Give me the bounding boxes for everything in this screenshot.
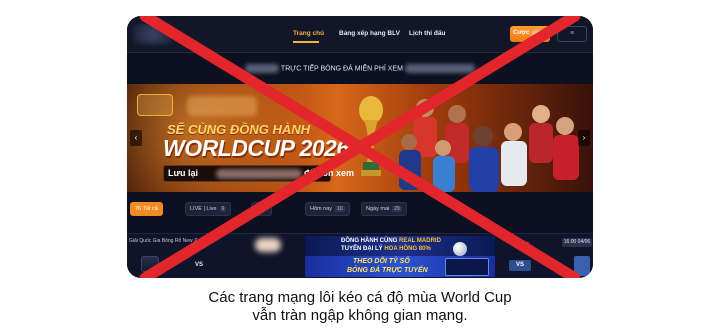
bet-button[interactable]: Cược — [510, 26, 550, 42]
filter-all[interactable]: 76 Tất cả — [130, 202, 163, 216]
match-vs-label: VS — [195, 262, 204, 268]
filter-label: Trận — [256, 206, 268, 212]
players-illustration — [399, 99, 579, 192]
top-navigation: Trang chủ Bảng xếp hạng BLV Lịch thi đấu… — [127, 16, 593, 53]
nav-home[interactable]: Trang chủ — [293, 30, 324, 37]
ad-line-1: ĐỒNG HÀNH CÙNG REAL MADRID — [341, 238, 441, 244]
trophy-icon — [359, 96, 383, 176]
football-icon — [453, 242, 467, 256]
blurred-logo — [187, 96, 257, 116]
filter-count: 10 — [335, 206, 345, 212]
banner-save-suffix: để đón xem — [304, 168, 355, 178]
headline-text: TRỰC TIẾP BÓNG ĐÁ MIỄN PHÍ XEM — [280, 65, 403, 73]
figure-caption: Các trang mạng lôi kéo cá độ mùa World C… — [0, 289, 720, 325]
gold-frame — [137, 94, 173, 116]
filter-label: Tất cả — [142, 206, 158, 212]
menu-icon: ≡ — [569, 30, 575, 37]
filter-matches[interactable]: Trận — [251, 202, 273, 216]
blurred-text — [216, 169, 302, 179]
bet-button-label: Cược — [513, 30, 530, 36]
match-filter-bar: 76 Tất cả LIVE | Live 6 Trận Hôm nay 10 Ng… — [127, 202, 593, 218]
caption-line-2: vẫn tràn ngập không gian mạng. — [252, 307, 468, 324]
website-screenshot: Trang chủ Bảng xếp hạng BLV Lịch thi đấu… — [127, 16, 593, 278]
article-figure: Trang chủ Bảng xếp hạng BLV Lịch thi đấu… — [0, 0, 720, 335]
team-logo — [517, 242, 529, 250]
advertisement-banner[interactable]: ĐỒNG HÀNH CÙNG REAL MADRID TUYỂN ĐẠI LÝ … — [305, 236, 495, 277]
ad-line-2: TUYỂN ĐẠI LÝ HOA HỒNG 80% — [341, 246, 431, 252]
team-logo — [574, 256, 590, 276]
hero-banner[interactable]: SẼ CÙNG ĐỒNG HÀNH WORLDCUP 2026 Lưu lại … — [127, 84, 593, 192]
ad-line-3: THEO DÕI TỶ SỐ — [353, 258, 410, 265]
carousel-dots[interactable] — [355, 186, 395, 190]
page-headline: TRỰC TIẾP BÓNG ĐÁ MIỄN PHÍ XEM — [127, 64, 593, 73]
filter-label: LIVE | Live — [190, 206, 217, 212]
match-vs-badge: VS — [509, 260, 531, 271]
blurred-text — [404, 64, 475, 73]
carousel-next-button[interactable]: › — [578, 130, 590, 146]
league-name: Giải Quốc Gia Bóng Rổ New Zealand — [129, 238, 213, 244]
blurred-logo — [133, 24, 173, 44]
blurred-team-logo — [255, 238, 281, 252]
banner-title: WORLDCUP 2026 — [163, 135, 349, 161]
nav-commentator-ranking[interactable]: Bảng xếp hạng BLV — [339, 30, 400, 37]
tv-icon — [445, 258, 489, 276]
team-logo — [141, 256, 159, 272]
match-time: 16:00 04/06 — [562, 238, 592, 247]
nav-active-underline — [293, 41, 319, 43]
banner-save-box: Lưu lại để đón xem — [163, 165, 354, 182]
filter-count: 6 — [219, 206, 227, 212]
filter-tomorrow[interactable]: Ngày mai 29 — [361, 202, 407, 216]
filter-label: Ngày mai — [366, 206, 390, 212]
blurred-text — [531, 30, 547, 38]
filter-live[interactable]: LIVE | Live 6 — [185, 202, 232, 216]
carousel-prev-button[interactable]: ‹ — [130, 130, 142, 146]
nav-schedule[interactable]: Lịch thi đấu — [409, 30, 445, 37]
blurred-text — [245, 64, 280, 73]
ad-line-4: BÓNG ĐÁ TRỰC TUYẾN — [347, 267, 428, 274]
banner-save-prefix: Lưu lại — [168, 168, 199, 178]
filter-count: 29 — [392, 206, 402, 212]
filter-label: Hôm nay — [310, 206, 333, 212]
caption-line-1: Các trang mạng lôi kéo cá độ mùa World C… — [208, 289, 512, 306]
match-row[interactable]: Giải Quốc Gia Bóng Rổ New Zealand VS ĐỒN… — [127, 233, 593, 278]
menu-button[interactable]: ≡ — [557, 26, 587, 42]
filter-count: 76 — [135, 206, 142, 212]
filter-today[interactable]: Hôm nay 10 — [305, 202, 350, 216]
